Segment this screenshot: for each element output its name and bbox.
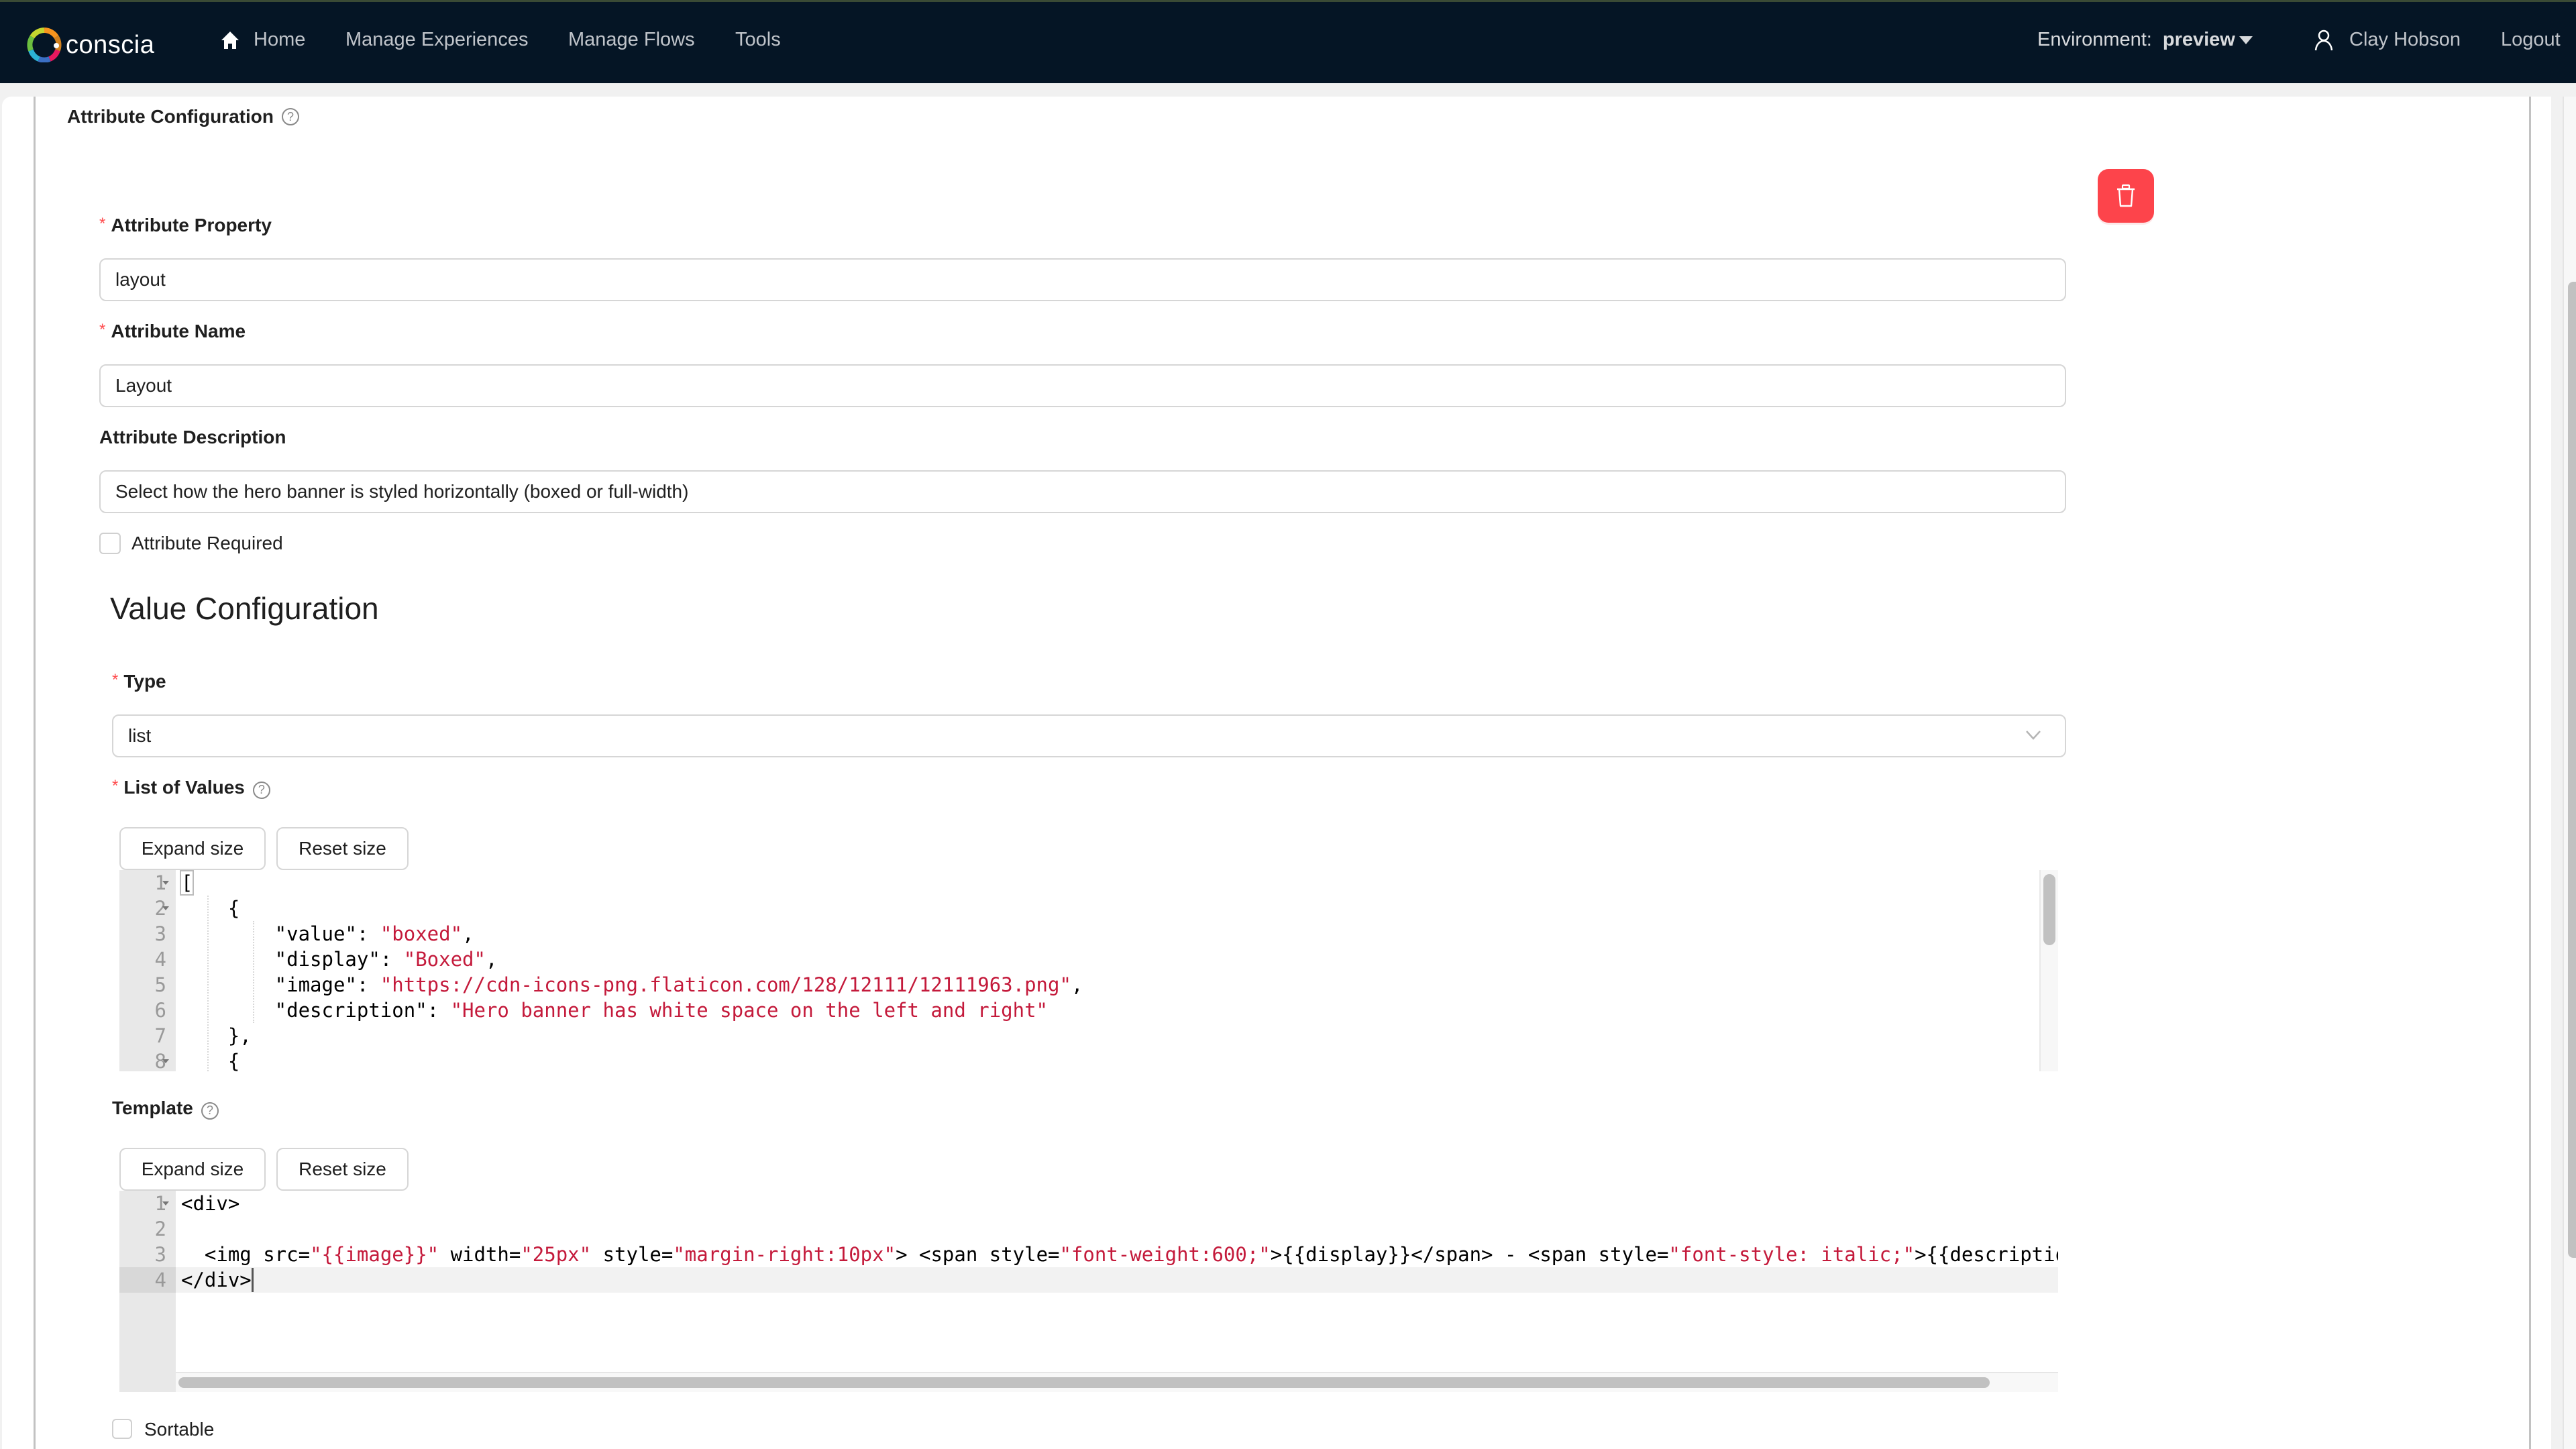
help-icon[interactable]: ?: [201, 1102, 219, 1120]
attribute-property-label-text: Attribute Property: [111, 215, 272, 235]
line-number: 2: [154, 1218, 166, 1240]
user-menu[interactable]: Clay Hobson: [2314, 29, 2461, 51]
line-number: 6: [154, 999, 166, 1022]
attribute-description-label: Attribute Description: [99, 427, 286, 447]
code-line: "description": "Hero banner has white sp…: [181, 999, 1049, 1022]
code-line: {: [181, 1050, 240, 1071]
logout-link[interactable]: Logout: [2501, 29, 2561, 51]
home-icon: [221, 31, 239, 49]
caret-down-icon: [2239, 36, 2253, 44]
attribute-configuration-heading: Attribute Configuration: [67, 106, 274, 127]
code-line: "display": "Boxed",: [181, 948, 498, 971]
list-of-values-label: * List of Values?: [112, 777, 270, 799]
list-expand-size-button[interactable]: Expand size: [119, 827, 266, 870]
nav-home[interactable]: Home: [220, 29, 305, 51]
attribute-configuration-title: Attribute Configuration ?: [67, 106, 299, 127]
brand-logo[interactable]: conscia: [27, 26, 154, 64]
attribute-name-label: * Attribute Name: [99, 321, 246, 342]
card-divider-left: [34, 97, 36, 1449]
page-scrollbar-thumb[interactable]: [2568, 282, 2576, 1258]
brand-name: conscia: [66, 30, 155, 59]
required-asterisk: *: [112, 777, 119, 795]
template-label: Template?: [112, 1097, 219, 1120]
line-number: 3: [154, 1243, 166, 1266]
environment-selector[interactable]: Environment: preview: [2037, 29, 2253, 51]
nav-manage-flows[interactable]: Manage Flows: [568, 29, 695, 51]
sortable-checkbox[interactable]: [112, 1419, 132, 1439]
attribute-property-label: * Attribute Property: [99, 215, 272, 236]
template-label-text: Template: [112, 1097, 193, 1118]
template-editor-horizontal-scrollbar[interactable]: [176, 1372, 2058, 1392]
line-number: 3: [154, 922, 166, 945]
template-editor[interactable]: 1 2 3 4 <div> <img src="{{image}}" width="25…: [119, 1191, 2058, 1392]
text-cursor: [252, 1268, 254, 1292]
code-line: "value": "boxed",: [181, 922, 474, 945]
required-asterisk: *: [112, 671, 119, 689]
active-line-highlight: [176, 1267, 2058, 1293]
nav-home-label: Home: [254, 29, 306, 50]
attribute-name-label-text: Attribute Name: [111, 321, 246, 341]
attribute-required-checkbox[interactable]: [99, 533, 121, 554]
code-line: {: [181, 897, 240, 920]
fold-toggle-icon[interactable]: [162, 1059, 169, 1063]
attribute-property-input[interactable]: [99, 258, 2066, 301]
environment-label: Environment:: [2037, 29, 2152, 50]
type-select-value: list: [128, 725, 152, 746]
list-of-values-editor[interactable]: 1 2 3 4 5 6 7 8 [ { "value": "boxed", "display":…: [119, 870, 2058, 1071]
delete-attribute-button[interactable]: [2098, 169, 2154, 223]
attribute-description-input[interactable]: [99, 470, 2066, 513]
value-configuration-title: Value Configuration: [110, 591, 379, 626]
line-number: 4: [154, 1269, 166, 1291]
line-number: 1: [154, 871, 166, 894]
code-line: "image": "https://cdn-icons-png.flaticon…: [181, 973, 1083, 996]
type-label-text: Type: [123, 671, 166, 692]
line-number: 7: [154, 1024, 166, 1047]
attribute-required-label: Attribute Required: [131, 533, 283, 553]
help-icon[interactable]: ?: [281, 108, 299, 125]
template-editor-scrollbar-thumb[interactable]: [178, 1377, 1990, 1388]
fold-toggle-icon[interactable]: [162, 906, 169, 910]
template-expand-size-button[interactable]: Expand size: [119, 1148, 266, 1191]
user-icon: [2314, 30, 2333, 50]
nav-tools[interactable]: Tools: [735, 29, 781, 51]
code-line: [: [179, 870, 195, 896]
fold-toggle-icon[interactable]: [162, 1201, 169, 1205]
required-asterisk: *: [99, 215, 106, 233]
user-name: Clay Hobson: [2349, 29, 2461, 50]
line-number: 5: [154, 973, 166, 996]
chevron-down-icon: [2026, 731, 2041, 740]
type-select[interactable]: list: [112, 714, 2066, 757]
code-line: </div>: [181, 1269, 252, 1291]
line-number: 8: [154, 1050, 166, 1071]
template-reset-size-button[interactable]: Reset size: [276, 1148, 409, 1191]
code-line: },: [181, 1024, 252, 1047]
help-icon[interactable]: ?: [252, 781, 270, 799]
list-editor-scrollbar-thumb[interactable]: [2043, 874, 2055, 945]
trash-icon: [2117, 184, 2135, 207]
type-label: * Type: [112, 671, 166, 692]
conscia-logo-icon: [27, 28, 62, 62]
sortable-label: Sortable: [144, 1419, 215, 1440]
top-navbar: conscia Home Manage Experiences Manage F…: [0, 0, 2576, 83]
required-asterisk: *: [99, 321, 106, 339]
line-number: 4: [154, 948, 166, 971]
card-divider-right: [2529, 97, 2531, 1449]
attribute-name-input[interactable]: [99, 364, 2066, 407]
list-reset-size-button[interactable]: Reset size: [276, 827, 409, 870]
code-line: <img src="{{image}}" width="25px" style=…: [181, 1243, 2058, 1266]
fold-toggle-icon[interactable]: [162, 881, 169, 885]
list-of-values-label-text: List of Values: [123, 777, 245, 798]
nav-manage-experiences[interactable]: Manage Experiences: [345, 29, 528, 51]
line-number: 2: [154, 897, 166, 920]
code-line: <div>: [181, 1192, 240, 1215]
list-editor-vertical-scrollbar[interactable]: [2039, 870, 2058, 1071]
environment-value: preview: [2162, 29, 2235, 50]
line-number: 1: [154, 1192, 166, 1215]
